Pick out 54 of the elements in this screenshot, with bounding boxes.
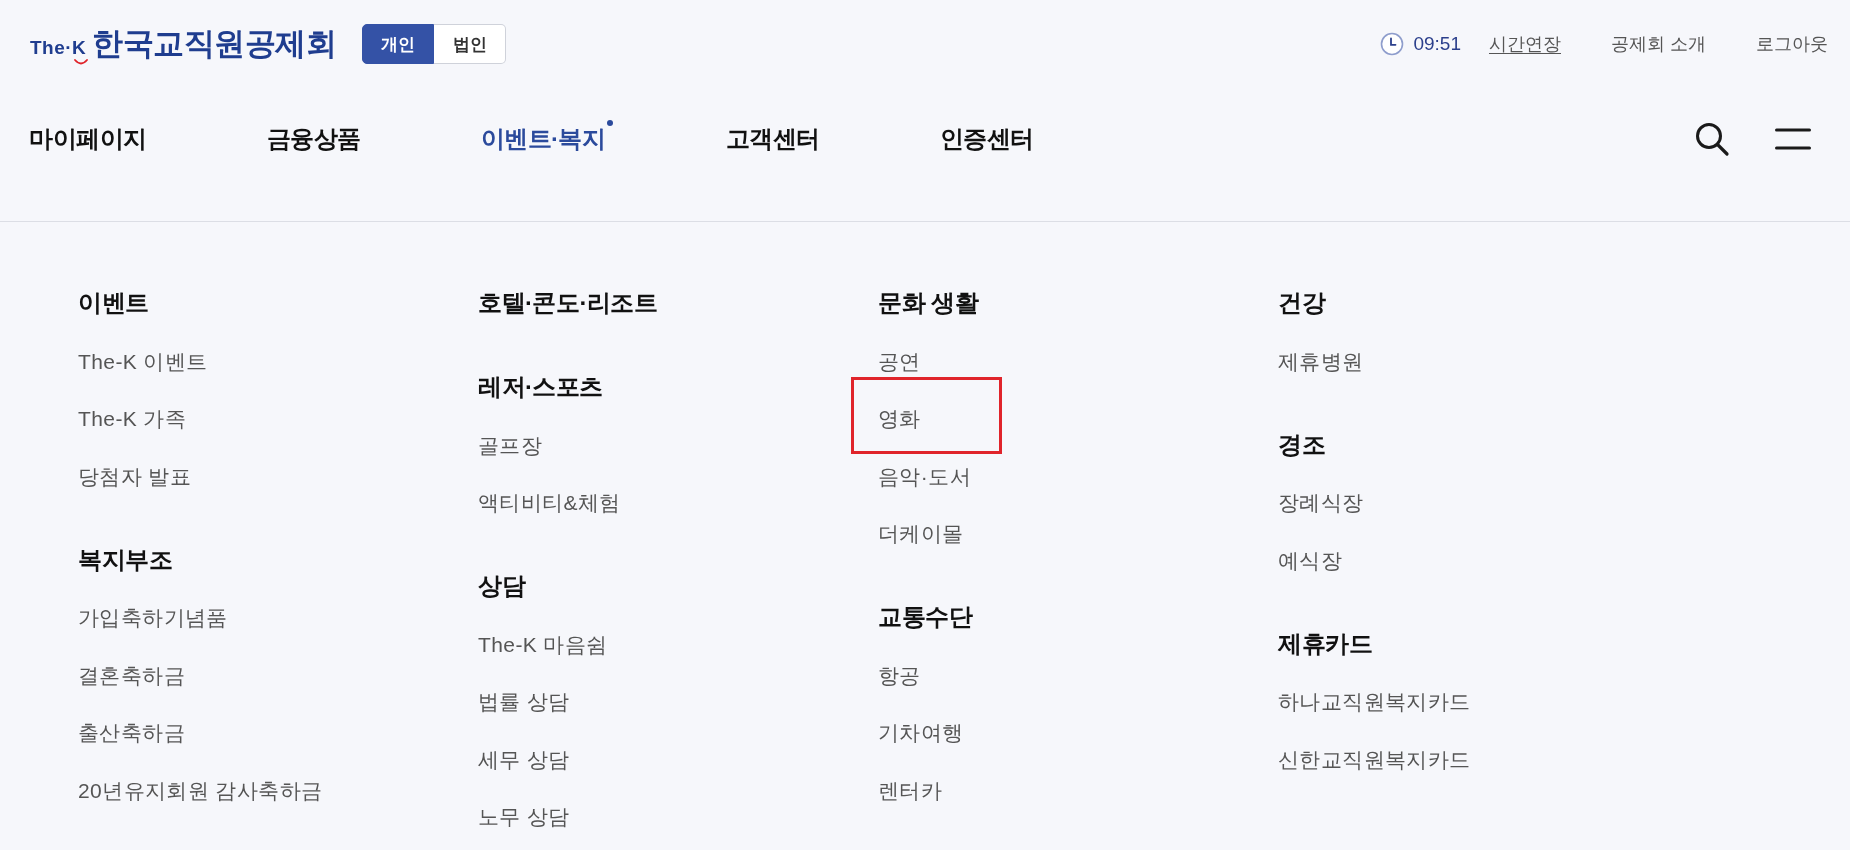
menu-heading: 제휴카드: [1278, 628, 1372, 659]
menu-button[interactable]: [1775, 128, 1811, 150]
session-time: 09:51: [1413, 33, 1461, 55]
menu-link[interactable]: 렌터카: [878, 776, 943, 805]
menu-link[interactable]: 기차여행: [878, 719, 964, 748]
menu-link[interactable]: 영화: [878, 405, 921, 434]
utility-link[interactable]: 공제회 소개: [1611, 32, 1706, 56]
menu-link[interactable]: 골프장: [478, 431, 543, 460]
menu-heading: 이벤트: [78, 288, 149, 318]
menu-heading: 상담: [478, 571, 525, 601]
nav-link[interactable]: 금융상품: [266, 123, 361, 155]
menu-link[interactable]: The-K 마음쉼: [478, 630, 608, 659]
menu-link[interactable]: 신한교직원복지카드: [1278, 745, 1471, 774]
menu-link[interactable]: 음악·도서: [878, 462, 971, 491]
menu-heading: 문화 생활: [878, 288, 979, 318]
menu-link[interactable]: 공연: [878, 347, 921, 376]
menu-link[interactable]: The-K 가족: [78, 405, 187, 434]
nav-link[interactable]: 고객센터: [725, 123, 820, 155]
clock-icon: [1380, 32, 1405, 56]
menu-heading: 교통수단: [878, 602, 972, 632]
menu-heading: 복지부조: [78, 544, 172, 575]
menu-link[interactable]: 노무 상담: [478, 803, 570, 832]
menu-icon: [1775, 128, 1811, 150]
nav-link[interactable]: 마이페이지: [29, 123, 147, 155]
member-type-tab[interactable]: 법인: [434, 24, 507, 64]
menu-link[interactable]: 제휴병원: [1278, 347, 1364, 376]
smile-arc-icon: [74, 59, 89, 65]
menu-heading: 건강: [1278, 288, 1325, 318]
menu-link[interactable]: 장례식장: [1278, 489, 1364, 518]
menu-link[interactable]: 가입축하기념품: [78, 604, 228, 633]
menu-link[interactable]: 액티비티&체험: [478, 489, 621, 518]
nav-link[interactable]: 인증센터: [939, 123, 1034, 155]
menu-link[interactable]: The-K 이벤트: [78, 347, 208, 376]
utility-link[interactable]: 로그아웃: [1756, 32, 1828, 56]
menu-link[interactable]: 세무 상담: [478, 745, 570, 774]
active-dot-icon: [606, 120, 613, 126]
menu-link[interactable]: 더케이몰: [878, 520, 964, 549]
menu-link[interactable]: 20년유지회원 감사축하금: [78, 776, 323, 805]
menu-link[interactable]: 예식장: [1278, 546, 1343, 575]
menu-heading: 레저·스포츠: [478, 372, 603, 402]
search-icon: [1694, 121, 1730, 157]
extend-time-link[interactable]: 시간연장: [1489, 32, 1561, 56]
menu-link[interactable]: 결혼축하금: [78, 661, 185, 690]
menu-link[interactable]: 당첨자 발표: [78, 462, 192, 491]
menu-heading: 경조: [1278, 429, 1325, 460]
member-type-tab[interactable]: 개인: [362, 24, 435, 64]
menu-link[interactable]: 항공: [878, 661, 921, 690]
search-button[interactable]: [1694, 121, 1730, 157]
logo-link[interactable]: The·K 한국교직원공제회: [30, 23, 337, 65]
nav-link[interactable]: 이벤트·복지: [480, 123, 606, 155]
menu-link[interactable]: 하나교직원복지카드: [1278, 688, 1471, 717]
menu-link[interactable]: 출산축하금: [78, 719, 185, 748]
menu-link[interactable]: 법률 상담: [478, 688, 570, 717]
menu-heading: 호텔·콘도·리조트: [478, 288, 658, 318]
